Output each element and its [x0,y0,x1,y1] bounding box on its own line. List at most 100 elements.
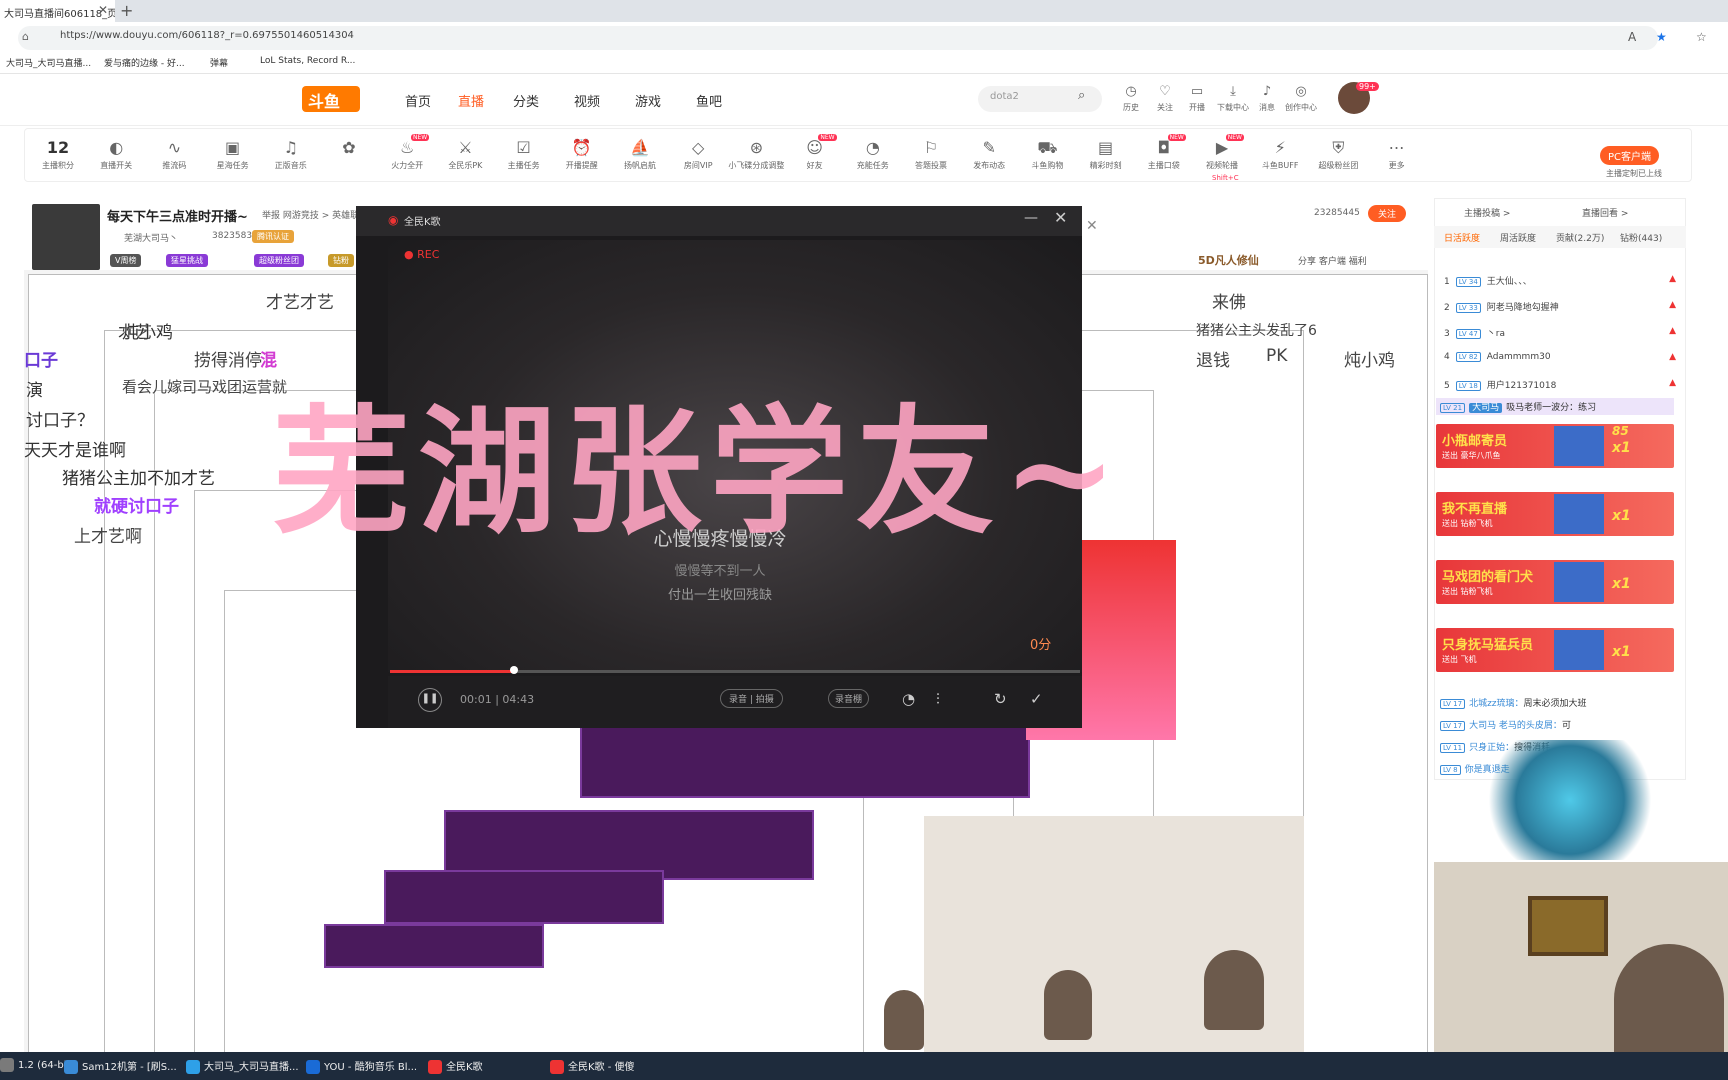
toolbar-item-buff[interactable]: ⚡ 斗鱼BUFF [1252,138,1308,171]
tag-week-rank[interactable]: V周榜 [110,254,142,267]
ranking-row[interactable]: 3 LV 47 丶ra ▲ [1444,326,1680,348]
bookmark-item[interactable]: LoL Stats, Record R... [260,56,355,66]
level-badge: LV 8 [1440,765,1461,775]
share-actions[interactable]: 分享 客户端 福利 [1298,254,1367,267]
toolbar-item-pk[interactable]: ⚔ 全民乐PK [437,138,493,171]
nav-fishbar[interactable]: 鱼吧 [696,91,722,110]
app-icon [428,1060,442,1074]
toolbar-item-cart[interactable]: ⛟ 斗鱼购物 [1019,138,1075,171]
chat-text: 周末必须加大班 [1523,699,1587,709]
toolbar-item-toggle[interactable]: ◐ 直播开关 [88,138,144,171]
favorite-star-icon[interactable]: ★ [1656,30,1667,44]
app-icon [0,1058,14,1072]
chat-user[interactable]: 大司马 老马的头皮屑： [1469,721,1562,731]
toolbar-item-diamond[interactable]: ◇ 房间VIP [670,138,726,171]
tab-contribution[interactable]: 贡献(2.2万) [1556,231,1604,244]
anchor-submit-link[interactable]: 主播投稿 > [1464,206,1510,219]
toolbar-item-more[interactable]: ⋯ 更多 [1369,138,1425,171]
toolbar-item-gauge[interactable]: ◔ 充能任务 [845,138,901,171]
tag-superfans[interactable]: 超级粉丝团 [254,254,304,267]
sponsor-banner[interactable]: 5D凡人修仙 [1198,252,1259,268]
ufo-icon: ⊛ [749,138,764,157]
nav-games[interactable]: 游戏 [635,91,661,110]
ranking-row[interactable]: 1 LV 34 王大仙、、、 ▲ [1444,274,1680,296]
minimize-icon[interactable]: — [1024,210,1038,226]
chat-user[interactable]: 北城zz琉璃： [1469,699,1523,709]
toolbar-item-ad[interactable]: ▣ 星海任务 [205,138,261,171]
toolbar-item-bag[interactable]: ◘ 主播口袋 NEW [1136,134,1192,171]
lock-icon[interactable]: ⌂ [22,30,29,43]
toolbar-item-ship[interactable]: ⛵ 扬帆启航 [612,138,668,171]
toolbar-item-edit[interactable]: ✎ 发布动态 [961,138,1017,171]
collections-icon[interactable]: ☆ [1696,30,1707,44]
toolbar-item-fire[interactable]: ♨ 火力全开 NEW [379,134,435,171]
ksong-titlebar[interactable] [356,206,1082,236]
douyu-logo[interactable]: 斗鱼 [302,86,360,112]
more-icon: ⋯ [1388,138,1405,157]
report-link[interactable]: 举报 网游竞技 > 英雄联盟 [262,208,368,221]
finish-check-icon[interactable]: ✓ [1030,690,1043,708]
toolbar-item-friends[interactable]: ☺ 好友 NEW [787,134,843,171]
record-studio-button[interactable]: 录音棚 [828,689,870,708]
ranking-row[interactable]: 5 LV 18 用户121371018 ▲ [1444,378,1680,400]
toolbar-item-task[interactable]: ☑ 主播任务 [496,138,552,171]
bulb-icon[interactable]: ◎ [1286,84,1316,99]
tag-diamond[interactable]: 钻粉 [328,254,354,267]
streamer-avatar[interactable] [32,204,100,270]
search-icon[interactable]: ⌕ [1078,88,1085,103]
ranking-row[interactable]: 4 LV 82 Adammmm30 ▲ [1444,352,1680,374]
tuning-icon[interactable]: ◔ [902,690,915,708]
taskbar-item[interactable]: 全民K歌 - 便傻 [550,1058,635,1074]
replay-link[interactable]: 直播回看 > [1582,206,1628,219]
toolbar-label: 星海任务 [216,161,249,170]
tag-challenge[interactable]: 猛星挑战 [166,254,208,267]
streamer-name[interactable]: 芜湖大司马丶 [124,231,178,244]
taskbar-item[interactable]: 全民K歌 [428,1058,483,1074]
heart-icon[interactable]: ♡ [1150,84,1180,99]
toolbar-item-shield[interactable]: ⛨ 超级粉丝团 [1310,138,1366,171]
address-bar[interactable]: https://www.douyu.com/606118?_r=0.697550… [18,26,1658,50]
replay-icon[interactable]: ↻ [994,690,1007,708]
nav-video[interactable]: 视频 [574,91,600,110]
toolbar-item-video[interactable]: ▶ 视频轮播 NEW [1194,134,1250,171]
bookmark-item[interactable]: 大司马_大司马直播... [6,56,91,69]
read-aloud-icon[interactable]: A [1628,30,1636,44]
toolbar-item-wave[interactable]: ∿ 推流码 [146,138,202,171]
broadcast-icon[interactable]: ▭ [1182,84,1212,99]
close-icon[interactable]: ✕ [1086,218,1098,234]
toolbar-item-gift[interactable]: ✿ [321,138,377,160]
mixer-icon[interactable]: ⫶ [936,690,940,708]
toolbar-item-points[interactable]: 12 主播积分 [30,138,86,171]
tag-verified[interactable]: 腾讯认证 [252,230,294,243]
pc-client-button[interactable]: PC客户端 [1600,146,1660,165]
taskbar-item[interactable]: Sam12机第 - [刷S... [64,1058,177,1074]
follow-button[interactable]: 关注 [1368,205,1407,222]
nav-home[interactable]: 首页 [405,91,431,110]
nav-category[interactable]: 分类 [513,91,539,110]
toolbar-item-ufo[interactable]: ⊛ 小飞碟分成调整 [728,138,784,171]
tab-daily[interactable]: 日活跃度 [1444,231,1480,244]
pause-icon[interactable]: ❚❚ [418,688,442,712]
rec-label: REC [417,248,440,261]
download-icon[interactable]: ⤓ [1218,84,1248,99]
danmaku: 天天才是谁啊 [24,441,126,461]
bell-icon[interactable]: ♪ [1252,84,1282,99]
taskbar-item[interactable]: YOU - 酷狗音乐 Bl... [306,1058,417,1074]
bookmark-item[interactable]: 爱与痛的边缘 - 好... [104,56,185,69]
toolbar-item-alarm[interactable]: ⏰ 开播提醒 [554,138,610,171]
toolbar-item-vote[interactable]: ⚐ 答题投票 [903,138,959,171]
taskbar-item[interactable]: 大司马_大司马直播... [186,1058,299,1074]
tab-weekly[interactable]: 周活跃度 [1500,231,1536,244]
record-mode-toggle[interactable]: 录音 | 拍摄 [720,689,783,708]
bookmark-item[interactable]: 弹幕 [210,56,228,69]
nav-live[interactable]: 直播 [458,91,484,110]
toolbar-item-music[interactable]: ♫ 正版音乐 [263,138,319,171]
new-tab-icon[interactable]: + [120,1,133,20]
tab-diamond-fans[interactable]: 钻粉(443) [1620,231,1662,244]
toolbar-item-record[interactable]: ▤ 精彩时刻 [1078,138,1134,171]
close-tab-icon[interactable]: ✕ [98,3,108,17]
chat-text: 吸马老师一波分：练习 [1506,403,1597,413]
close-icon[interactable]: ✕ [1054,208,1067,227]
history-icon[interactable]: ◷ [1116,84,1146,99]
ranking-row[interactable]: 2 LV 33 阿老马降地勾握神 ▲ [1444,300,1680,322]
